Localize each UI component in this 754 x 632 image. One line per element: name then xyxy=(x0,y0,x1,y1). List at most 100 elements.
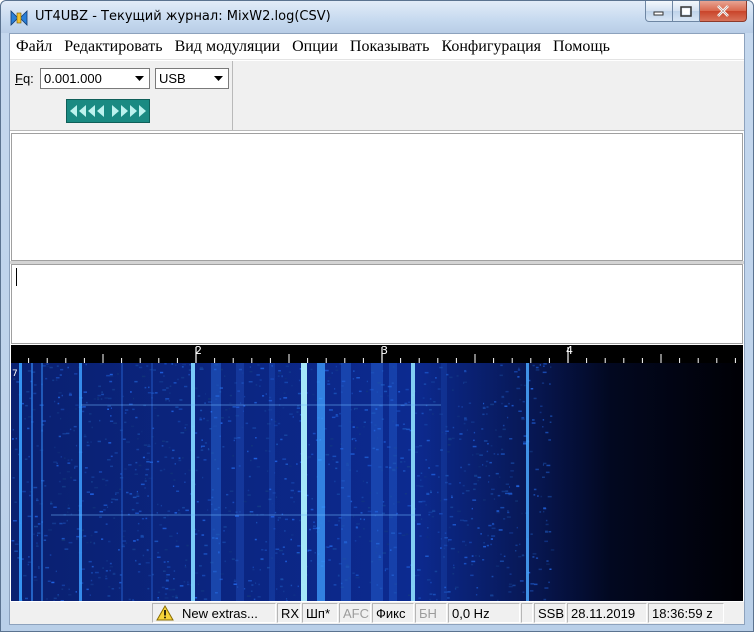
noise-speck xyxy=(162,389,167,391)
status-rx[interactable]: RX xyxy=(277,603,301,623)
noise-speck xyxy=(284,434,288,436)
noise-speck xyxy=(416,475,420,477)
noise-speck xyxy=(359,433,361,435)
scale-label-2: 2 xyxy=(195,345,202,357)
noise-speck xyxy=(74,467,76,469)
noise-speck xyxy=(501,396,505,399)
frequency-combo[interactable]: 0.001.000 xyxy=(40,68,150,89)
noise-speck xyxy=(507,511,510,514)
noise-speck xyxy=(67,504,70,506)
noise-speck xyxy=(281,375,283,378)
noise-speck xyxy=(60,417,62,420)
minimize-button[interactable] xyxy=(645,1,673,22)
frequency-dropdown-button[interactable] xyxy=(131,70,148,87)
mixw-app-icon[interactable] xyxy=(9,9,29,27)
noise-speck xyxy=(12,477,15,479)
status-fix[interactable]: Фикс xyxy=(372,603,414,623)
noise-speck xyxy=(403,470,406,472)
menu-modulation[interactable]: Вид модуляции xyxy=(169,34,287,60)
noise-speck xyxy=(176,490,180,492)
noise-speck xyxy=(518,367,520,370)
noise-speck xyxy=(90,583,94,586)
noise-speck xyxy=(355,576,360,579)
noise-speck xyxy=(428,511,433,514)
menu-options[interactable]: Опции xyxy=(286,34,344,60)
menu-edit[interactable]: Редактировать xyxy=(58,34,168,60)
noise-speck xyxy=(330,438,334,440)
noise-speck xyxy=(491,575,494,578)
noise-speck xyxy=(207,499,211,501)
waterfall-spectrogram[interactable] xyxy=(11,345,743,601)
noise-speck xyxy=(510,470,514,472)
noise-speck xyxy=(33,579,38,581)
noise-speck xyxy=(530,583,535,585)
noise-speck xyxy=(366,481,368,484)
noise-speck xyxy=(89,413,92,415)
menu-file[interactable]: Файл xyxy=(10,34,58,60)
noise-speck xyxy=(104,397,109,399)
noise-speck xyxy=(64,457,66,459)
menu-help[interactable]: Помощь xyxy=(547,34,616,60)
noise-speck xyxy=(144,477,147,480)
noise-speck xyxy=(427,527,429,529)
transmit-text-input[interactable] xyxy=(11,264,743,344)
noise-speck xyxy=(486,406,489,408)
menu-view[interactable]: Показывать xyxy=(344,34,436,60)
noise-speck xyxy=(358,536,362,538)
noise-speck xyxy=(545,471,550,474)
noise-speck xyxy=(508,591,512,593)
noise-speck xyxy=(74,465,78,468)
close-button[interactable] xyxy=(700,1,747,22)
status-bn[interactable]: БН xyxy=(415,603,447,623)
noise-speck xyxy=(259,385,261,387)
noise-speck xyxy=(462,484,465,487)
noise-speck xyxy=(161,445,164,447)
status-message[interactable]: New extras... xyxy=(152,603,276,623)
status-afc[interactable]: AFC xyxy=(339,603,371,623)
tune-arrows-button[interactable] xyxy=(66,99,150,123)
noise-speck xyxy=(206,419,209,422)
noise-speck xyxy=(60,600,64,601)
noise-speck xyxy=(430,581,432,584)
receive-text-pane[interactable] xyxy=(11,133,743,261)
noise-speck xyxy=(505,483,509,485)
noise-speck xyxy=(15,437,18,440)
title-bar[interactable]: UT4UBZ - Текущий журнал: MixW2.log(CSV) xyxy=(1,1,753,33)
noise-speck xyxy=(174,463,176,465)
noise-speck xyxy=(140,535,144,538)
signal-trace xyxy=(526,363,529,601)
noise-speck xyxy=(245,422,249,425)
maximize-button[interactable] xyxy=(673,1,700,22)
noise-speck xyxy=(25,597,28,600)
noise-speck xyxy=(549,421,552,423)
noise-speck xyxy=(550,366,552,368)
noise-speck xyxy=(177,378,179,381)
noise-speck xyxy=(475,453,480,455)
waterfall-display[interactable]: 2 3 4 7 xyxy=(11,345,743,601)
noise-speck xyxy=(83,535,87,537)
noise-speck xyxy=(153,407,157,409)
noise-speck xyxy=(132,548,136,551)
noise-speck xyxy=(58,392,62,394)
mode-combo[interactable]: USB xyxy=(155,68,229,89)
noise-speck xyxy=(52,379,55,382)
noise-speck xyxy=(264,410,267,412)
noise-speck xyxy=(129,493,133,495)
status-mode[interactable]: SSB xyxy=(534,603,566,623)
status-sp[interactable]: Шп* xyxy=(302,603,338,623)
noise-speck xyxy=(508,494,510,497)
noise-speck xyxy=(199,418,203,421)
menu-configuration[interactable]: Конфигурация xyxy=(435,34,547,60)
noise-speck xyxy=(172,449,175,452)
mode-dropdown-button[interactable] xyxy=(210,70,227,87)
noise-speck xyxy=(542,371,547,374)
noise-speck xyxy=(420,479,422,481)
noise-speck xyxy=(505,490,509,492)
noise-speck xyxy=(430,490,432,492)
noise-speck xyxy=(27,515,32,518)
noise-speck xyxy=(508,583,512,585)
noise-speck xyxy=(533,494,536,496)
noise-speck xyxy=(228,407,231,410)
noise-speck xyxy=(128,598,131,601)
noise-speck xyxy=(462,540,466,543)
